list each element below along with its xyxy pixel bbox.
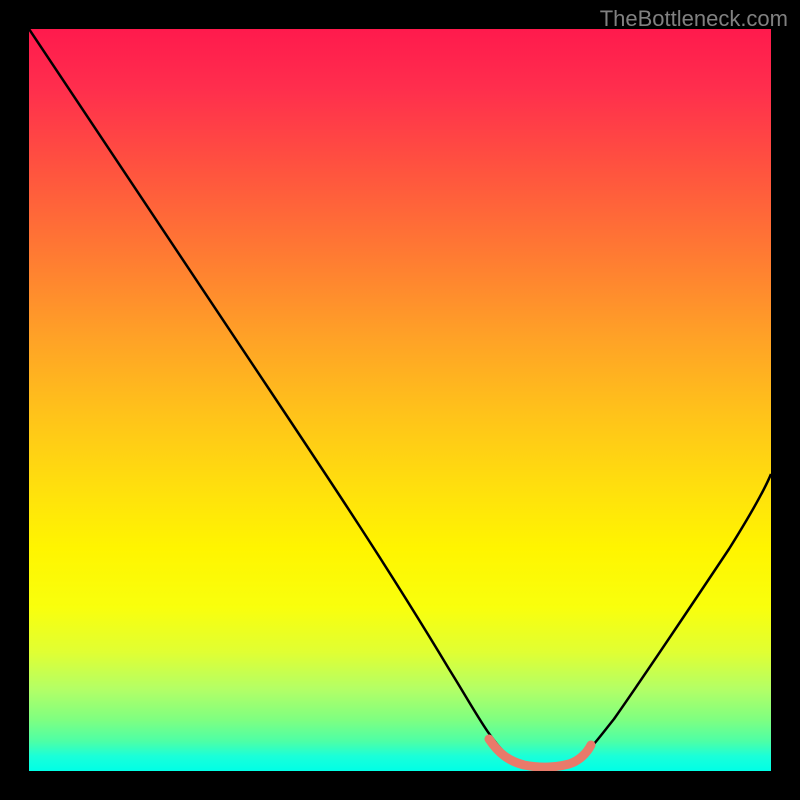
chart-svg xyxy=(29,29,771,771)
bottleneck-curve xyxy=(29,29,771,767)
chart-gradient-area xyxy=(29,29,771,771)
optimal-segment xyxy=(489,739,591,767)
watermark-text: TheBottleneck.com xyxy=(600,6,788,32)
